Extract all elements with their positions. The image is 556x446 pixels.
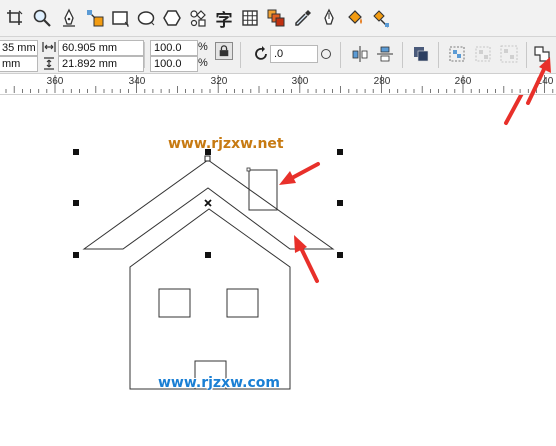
horizontal-ruler[interactable]: 360 340 320 300 280 260 240: [0, 74, 556, 95]
annotation-arrow-toolbar-overlay: [526, 57, 551, 105]
fill-bucket-icon[interactable]: [344, 7, 366, 29]
scale-x-field[interactable]: 100.0: [150, 40, 198, 56]
selection-handle: [337, 200, 343, 206]
selection-handle: [73, 252, 79, 258]
percent-label-y: %: [198, 57, 208, 69]
x-position-field[interactable]: 35 mm: [0, 40, 38, 56]
basic-shapes-icon[interactable]: [187, 7, 209, 29]
selection-center-marker[interactable]: [204, 199, 212, 207]
zoom-icon[interactable]: [31, 7, 53, 29]
interactive-fill-icon[interactable]: [370, 7, 392, 29]
selection-handle: [337, 149, 343, 155]
smart-fill-icon[interactable]: [84, 7, 106, 29]
ruler-label: 360: [46, 76, 64, 87]
chimney-rectangle[interactable]: [248, 169, 278, 211]
scale-y-field[interactable]: 100.0: [150, 56, 198, 72]
text-tool-icon[interactable]: 字: [213, 7, 235, 31]
ruler-label: 300: [291, 76, 309, 87]
selection-handle: [337, 252, 343, 258]
top-node-handle[interactable]: [204, 155, 211, 162]
crop-icon[interactable]: [4, 7, 26, 29]
watermark-top: www.rjzxw.net: [168, 136, 284, 152]
height-icon: [43, 57, 55, 70]
left-window[interactable]: [158, 288, 191, 318]
width-field[interactable]: 60.905 mm: [58, 40, 144, 56]
annotation-arrows: [279, 95, 524, 283]
ruler-label: 340: [128, 76, 146, 87]
ruler-label: 260: [454, 76, 472, 87]
arrange-front-icon[interactable]: [412, 45, 430, 63]
right-window[interactable]: [226, 288, 259, 318]
rectangle-icon[interactable]: [109, 7, 131, 29]
watermark-bottom: www.rjzxw.com: [158, 375, 280, 391]
ruler-label: 320: [210, 76, 228, 87]
annotation-arrow-chimney-head: [279, 171, 296, 185]
mirror-horizontal-icon[interactable]: [351, 45, 369, 63]
group-icon[interactable]: [448, 45, 466, 63]
drawing-canvas[interactable]: www.rjzxw.net www.rjzxw.com: [0, 95, 556, 446]
ellipse-icon[interactable]: [135, 7, 157, 29]
ungroup-all-icon[interactable]: [500, 45, 518, 63]
table-icon[interactable]: [239, 7, 261, 29]
rotation-field[interactable]: .0: [270, 45, 318, 63]
freehand-pen-icon[interactable]: [58, 7, 80, 29]
annotation-arrow-chimney: [288, 162, 320, 181]
eyedropper-icon[interactable]: [292, 7, 314, 29]
selection-handle: [73, 149, 79, 155]
lock-ratio-icon[interactable]: [215, 42, 233, 60]
chimney-node[interactable]: [246, 167, 251, 172]
ruler-label: 280: [373, 76, 391, 87]
annotation-arrow-roof: [299, 246, 319, 283]
rotation-unit-icon: [320, 46, 332, 62]
selection-handle: [73, 200, 79, 206]
outline-pen-icon[interactable]: [318, 7, 340, 29]
ungroup-icon[interactable]: [474, 45, 492, 63]
width-icon: [42, 41, 56, 53]
toolbox: 字: [0, 0, 556, 37]
house-body[interactable]: [129, 208, 291, 390]
y-position-field[interactable]: mm: [0, 56, 38, 72]
property-bar: 35 mm mm 60.905 mm 21.892 mm 100.0 100.0…: [0, 37, 556, 74]
rotate-icon: [254, 46, 270, 62]
selection-handle: [205, 252, 211, 258]
height-field[interactable]: 21.892 mm: [58, 56, 144, 72]
polygon-icon[interactable]: [161, 7, 183, 29]
mirror-vertical-icon[interactable]: [376, 45, 394, 63]
interactive-blend-icon[interactable]: [265, 7, 287, 29]
percent-label-x: %: [198, 41, 208, 53]
